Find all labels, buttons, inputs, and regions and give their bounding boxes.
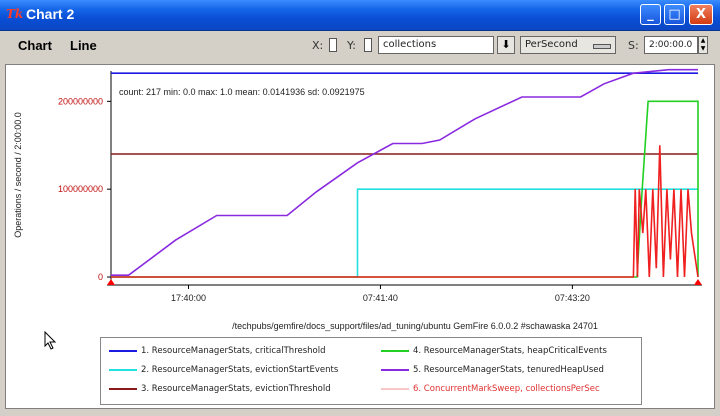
y-checkbox[interactable] [364,38,372,52]
legend-label: 4. ResourceManagerStats, heapCriticalEve… [413,346,607,356]
range-end-marker [694,279,702,285]
title-bar[interactable]: Tk Chart 2 _ □ X [0,0,720,31]
series-line [111,68,698,276]
range-start-marker [107,279,115,285]
per-select[interactable]: PerSecond [520,36,616,54]
legend-label: 3. ResourceManagerStats, evictionThresho… [141,384,331,394]
time-field[interactable]: 2:00:00.0 [644,36,698,54]
menu-line[interactable]: Line [70,38,97,53]
legend-swatch [381,350,409,352]
menubutton-indicator-icon [593,44,611,49]
x-checkbox[interactable] [329,38,337,52]
spin-down-icon[interactable]: ▼ [701,45,706,52]
y-tick-label: 0 [98,272,103,282]
menu-bar: Chart Line X: Y: collections ⬇ PerSecond… [0,31,720,61]
series-select[interactable]: collections [378,36,494,54]
tk-app-icon: Tk [6,7,24,21]
x-tick-label: 07:41:40 [363,293,398,303]
legend-swatch [109,350,137,352]
legend-swatch [381,369,409,371]
per-select-value: PerSecond [525,39,578,50]
legend-label: 5. ResourceManagerStats, tenuredHeapUsed [413,365,604,375]
legend-swatch [381,388,409,390]
legend-swatch [109,388,137,390]
legend-label: 2. ResourceManagerStats, evictionStartEv… [141,365,339,375]
window-title: Chart 2 [26,6,75,22]
x-tick-label: 17:40:00 [171,293,206,303]
legend-label: 6. ConcurrentMarkSweep, collectionsPerSe… [413,384,600,394]
spin-up-icon[interactable]: ▲ [701,37,706,44]
time-spinner[interactable]: ▲ ▼ [698,36,708,54]
close-button[interactable]: X [689,4,713,25]
y-label: Y: [347,39,356,52]
legend-label: 1. ResourceManagerStats, criticalThresho… [141,346,326,356]
x-tick-label: 07:43:20 [555,293,590,303]
legend: 1. ResourceManagerStats, criticalThresho… [100,337,642,405]
chart-window: Tk Chart 2 _ □ X Chart Line X: Y: collec… [0,0,720,416]
legend-swatch [109,369,137,371]
series-line [111,188,698,278]
y-tick-label: 100000000 [58,184,103,194]
maximize-button[interactable]: □ [664,4,685,25]
series-line [111,145,699,278]
y-axis-label: Operations / second / 2:00:00.0 [13,112,23,238]
mouse-pointer-icon [44,331,57,350]
y-tick-label: 200000000 [58,96,103,106]
minimize-button[interactable]: _ [640,4,661,25]
stats-readout: count: 217 min: 0.0 max: 1.0 mean: 0.014… [119,87,365,97]
s-label: S: [628,39,639,52]
menu-chart[interactable]: Chart [18,38,52,53]
x-label: X: [312,39,324,52]
x-axis-label: /techpubs/gemfire/docs_support/files/ad_… [232,321,598,331]
series-dropdown-arrow-icon[interactable]: ⬇ [497,36,515,54]
